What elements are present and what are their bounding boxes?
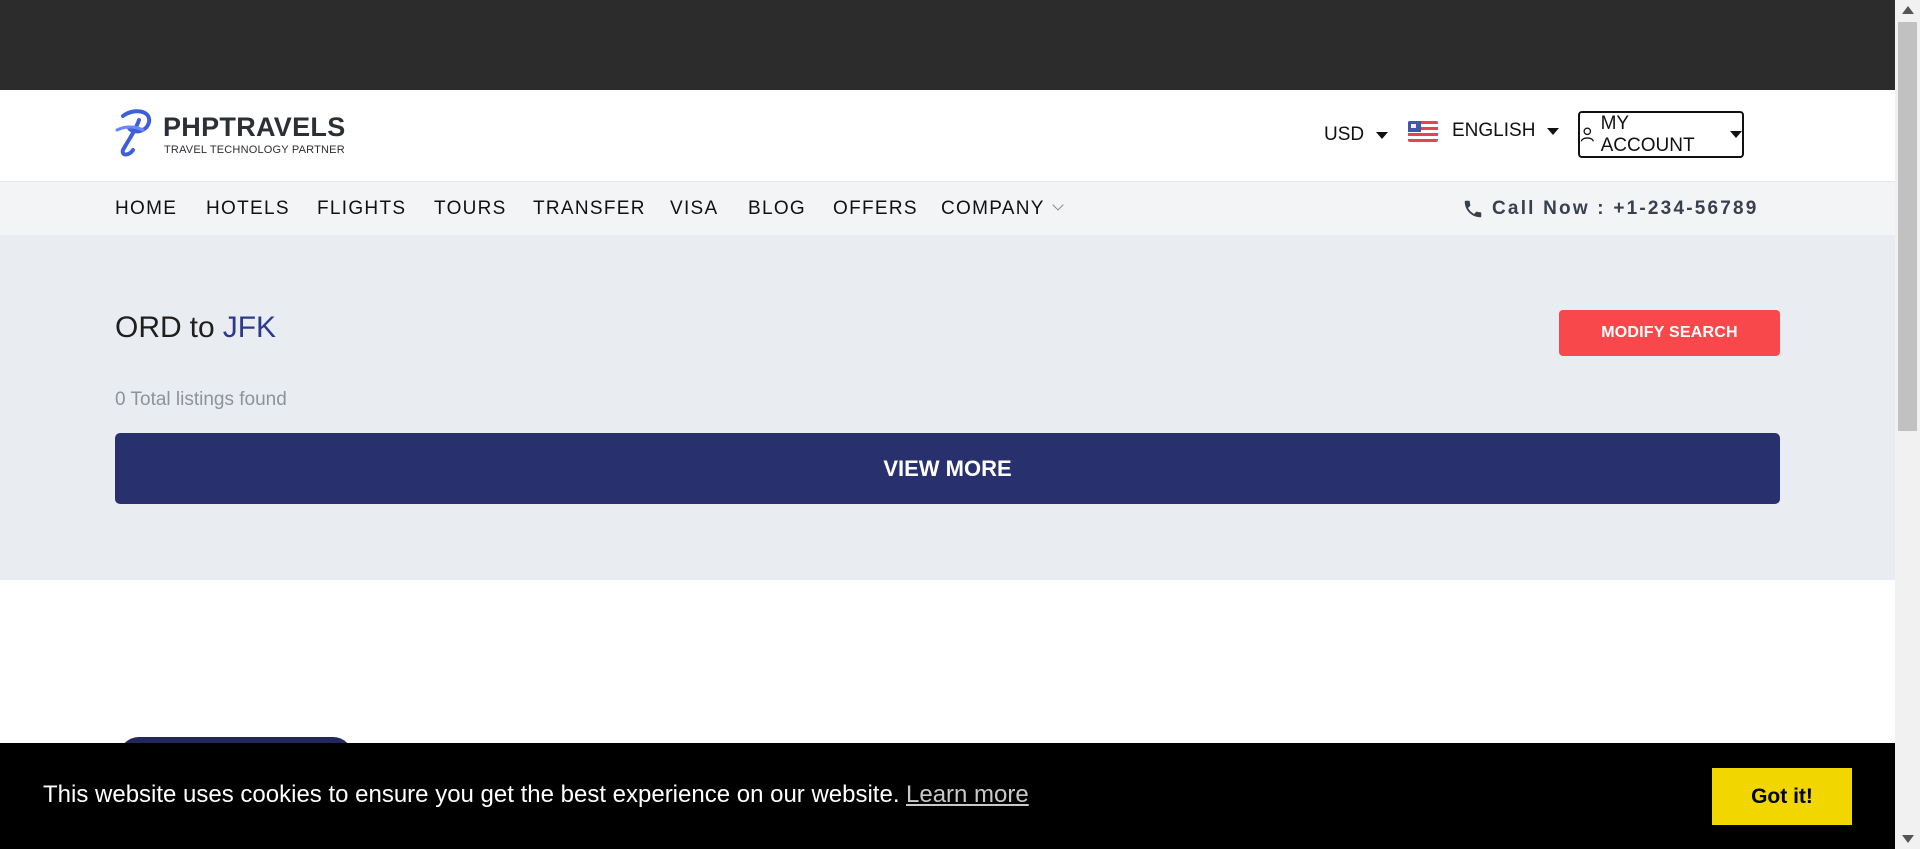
caret-down-icon — [1547, 127, 1560, 135]
currency-label: USD — [1324, 124, 1365, 145]
route-destination: JFK — [222, 311, 277, 344]
nav-item-hotels[interactable]: HOTELS — [206, 198, 290, 220]
nav-item-tours[interactable]: TOURS — [434, 198, 507, 220]
nav-item-company-label: COMPANY — [941, 198, 1045, 219]
view-more-button[interactable]: VIEW MORE — [115, 433, 1780, 504]
call-now[interactable]: Call Now : +1-234-56789 — [1462, 198, 1759, 220]
cookie-message: This website uses cookies to ensure you … — [43, 781, 900, 808]
cookie-accept-button[interactable]: Got it! — [1712, 768, 1852, 825]
top-bar — [0, 0, 1895, 90]
chevron-down-icon — [1052, 199, 1064, 211]
page-scrollbar[interactable] — [1895, 0, 1920, 849]
logo-mark-icon — [115, 109, 152, 157]
nav-item-flights[interactable]: FLIGHTS — [317, 198, 406, 220]
my-account-label: MY ACCOUNT — [1600, 112, 1695, 156]
scroll-thumb[interactable] — [1898, 22, 1917, 431]
route-title: ORD to JFK — [115, 311, 276, 345]
nav-item-transfer[interactable]: TRANSFER — [533, 198, 646, 220]
user-icon — [1580, 127, 1594, 142]
us-flag-icon — [1408, 120, 1438, 142]
nav-item-blog[interactable]: BLOG — [748, 198, 806, 220]
route-connector: to — [189, 311, 215, 344]
caret-down-icon — [1730, 131, 1742, 138]
currency-dropdown[interactable]: USD — [1324, 124, 1389, 146]
logo-name: PHPTRAVELS — [163, 112, 346, 142]
site-logo[interactable]: PHPTRAVELS TRAVEL TECHNOLOGY PARTNER — [115, 106, 355, 158]
nav-item-company[interactable]: COMPANY — [941, 198, 1064, 220]
main-nav: HOME HOTELS FLIGHTS TOURS TRANSFER VISA … — [0, 181, 1895, 236]
search-results-panel: ORD to JFK MODIFY SEARCH 0 Total listings … — [0, 235, 1895, 580]
logo-tagline: TRAVEL TECHNOLOGY PARTNER — [164, 144, 345, 156]
learn-more-link[interactable]: Learn more — [906, 781, 1029, 809]
modify-search-button[interactable]: MODIFY SEARCH — [1559, 310, 1780, 356]
nav-item-offers[interactable]: OFFERS — [833, 198, 918, 220]
call-now-text: Call Now : +1-234-56789 — [1492, 198, 1759, 219]
scroll-down-arrow-icon[interactable] — [1902, 835, 1914, 843]
site-header: PHPTRAVELS TRAVEL TECHNOLOGY PARTNER USD… — [0, 90, 1895, 181]
cookie-banner: This website uses cookies to ensure you … — [0, 743, 1895, 849]
listing-count: 0 Total listings found — [115, 389, 287, 410]
caret-down-icon — [1376, 131, 1389, 139]
route-origin: ORD — [115, 311, 182, 344]
my-account-button[interactable]: MY ACCOUNT — [1578, 111, 1744, 158]
language-dropdown[interactable]: ENGLISH — [1408, 120, 1560, 142]
nav-item-visa[interactable]: VISA — [670, 198, 719, 220]
language-label: ENGLISH — [1452, 120, 1536, 141]
phone-icon — [1464, 200, 1482, 218]
scroll-up-arrow-icon[interactable] — [1902, 6, 1914, 14]
nav-item-home[interactable]: HOME — [115, 198, 177, 220]
